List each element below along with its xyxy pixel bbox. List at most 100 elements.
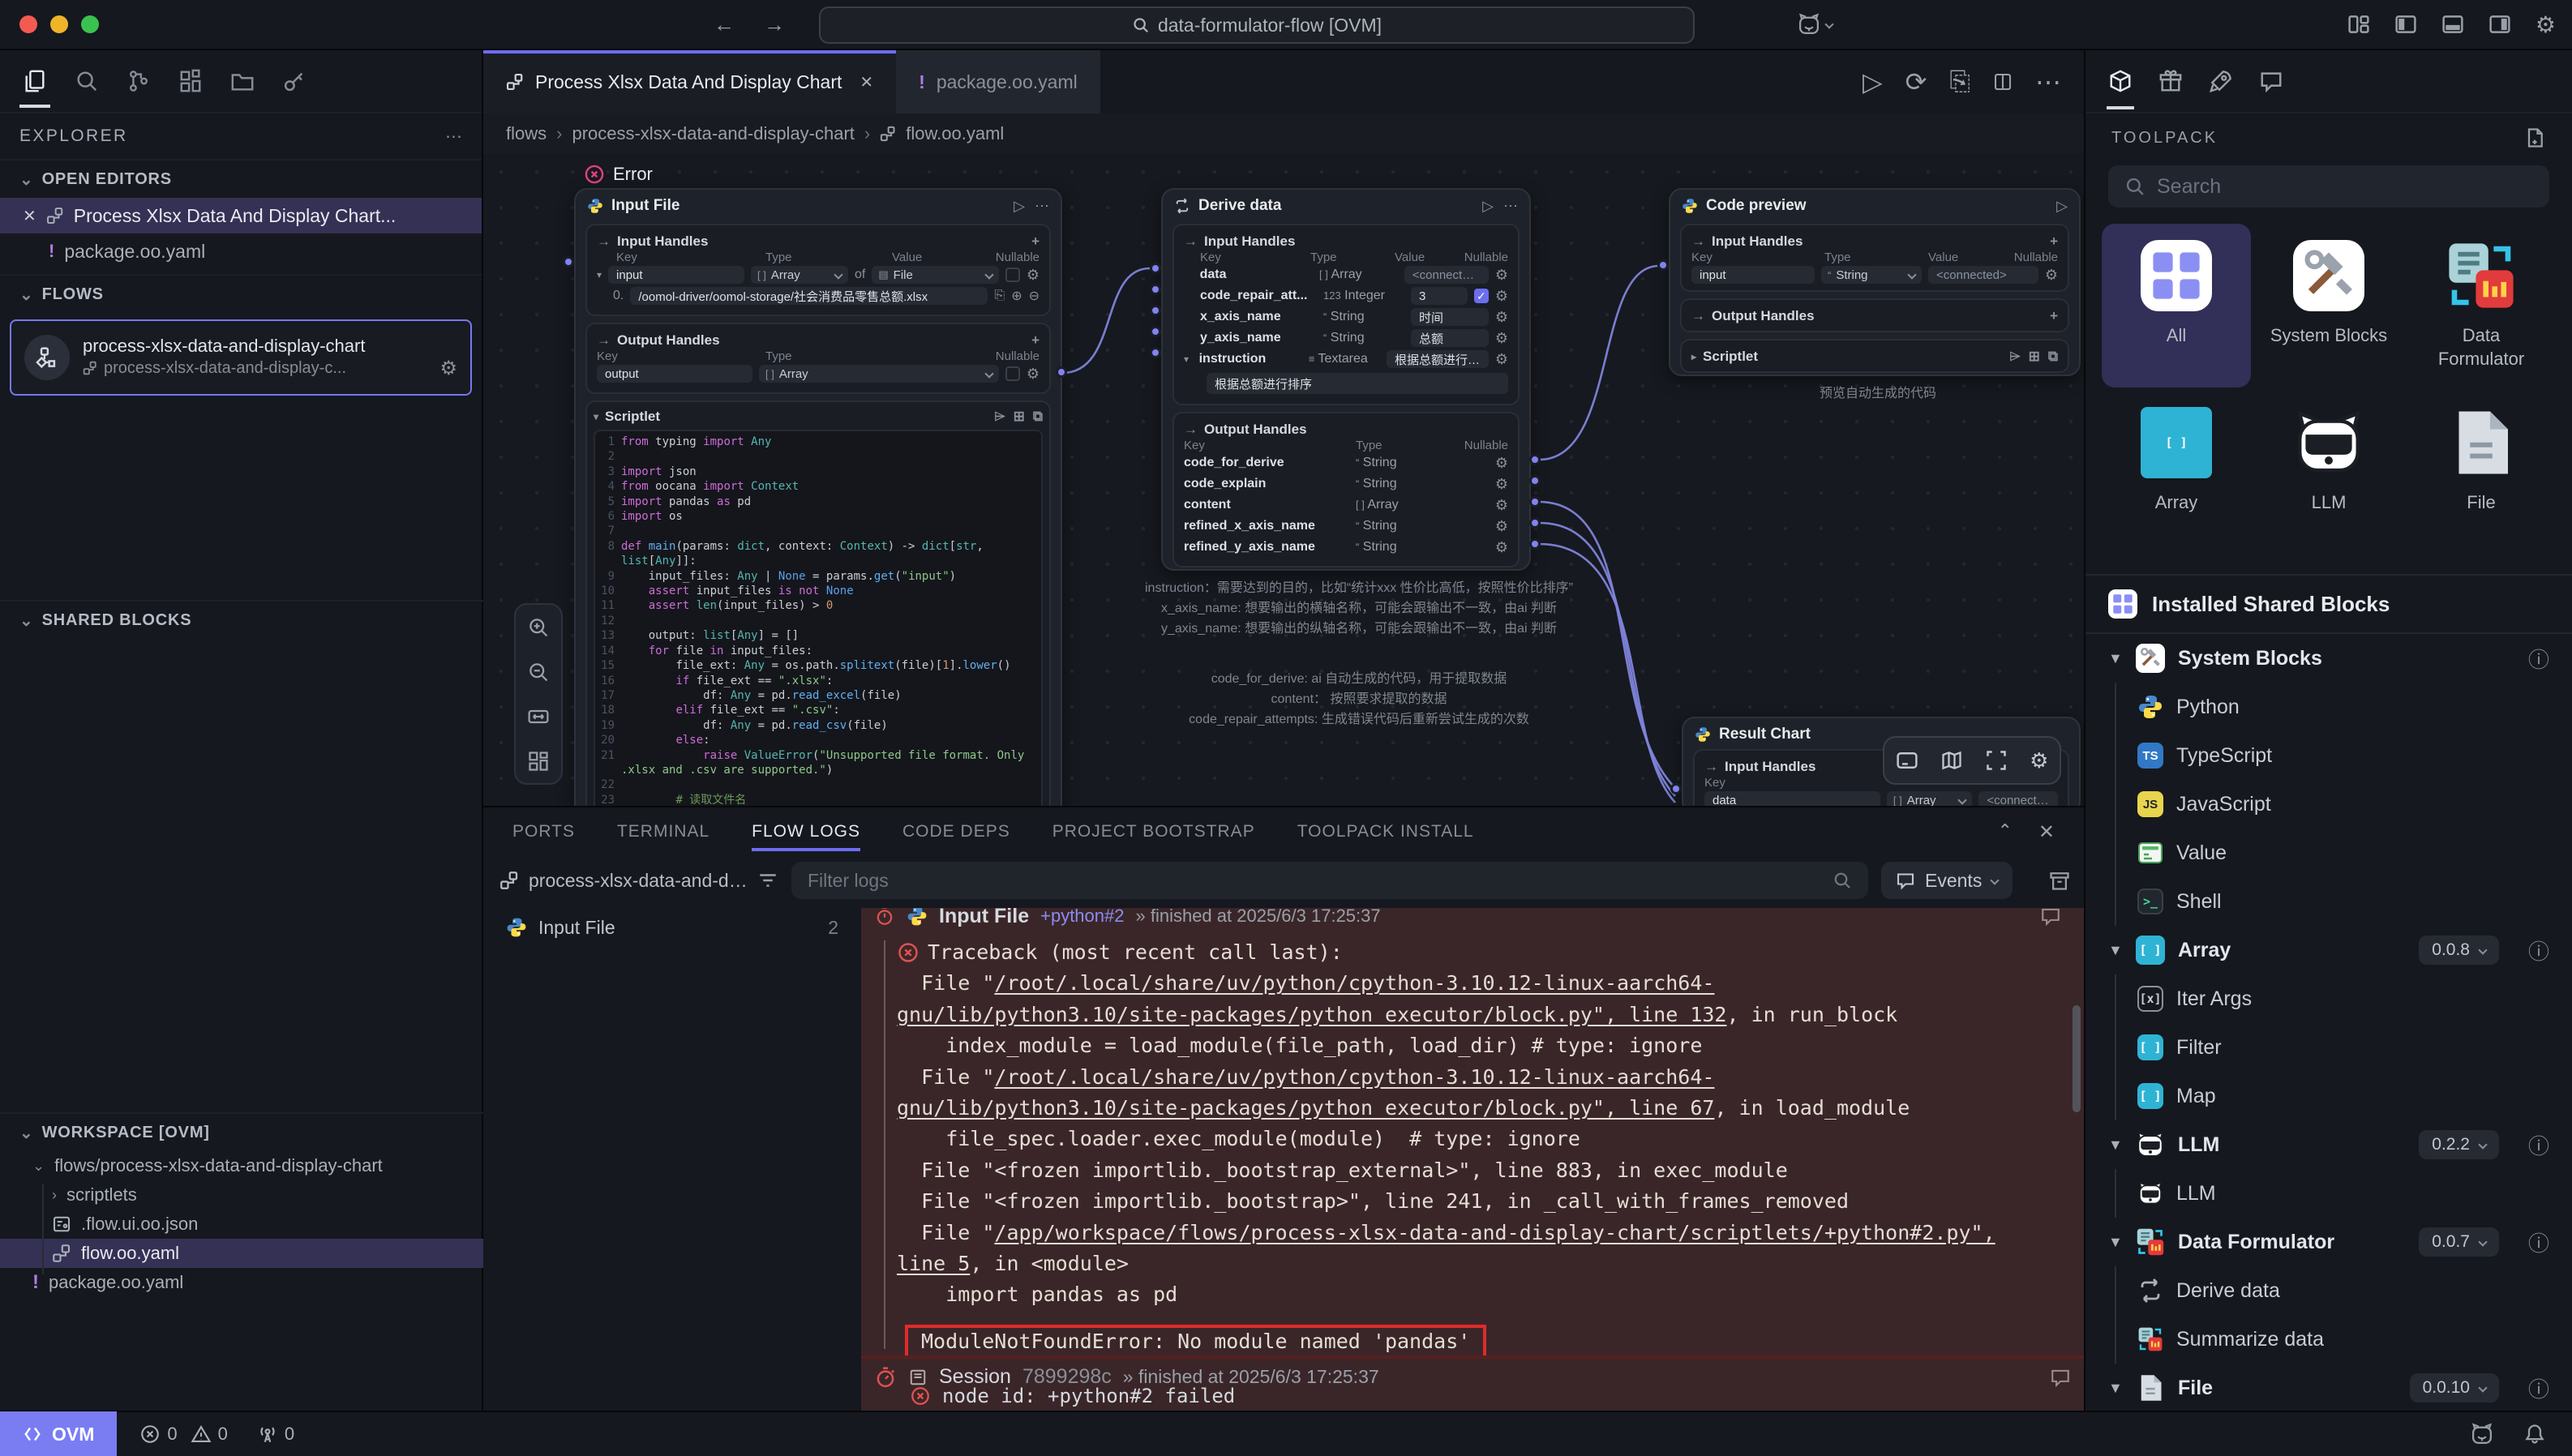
- split-editor-icon[interactable]: [1993, 72, 2013, 92]
- panel-tab-flow-logs[interactable]: FLOW LOGS: [752, 807, 860, 856]
- handle-gear-icon[interactable]: ⚙: [2045, 267, 2058, 284]
- output-handle-dot[interactable]: [1056, 366, 1067, 378]
- open-editor-item[interactable]: ✕Process Xlsx Data And Display Chart...: [0, 198, 482, 233]
- input-handle-dot[interactable]: [1670, 783, 1682, 794]
- handle-key-field[interactable]: input: [1691, 266, 1815, 284]
- problems-warnings[interactable]: 0: [191, 1424, 228, 1445]
- panel-tab-project-bootstrap[interactable]: PROJECT BOOTSTRAP: [1052, 807, 1255, 856]
- log-scrollbar[interactable]: [2073, 1005, 2081, 1112]
- collapse-panel-icon[interactable]: ⌃: [1997, 820, 2012, 844]
- workspace-tree-item[interactable]: .flow.ui.oo.json: [0, 1210, 483, 1239]
- node-derive-data[interactable]: Derive data ▷⋯ →Input Handles KeyTypeVal…: [1161, 188, 1531, 571]
- window-controls[interactable]: [0, 15, 99, 33]
- block-item-iter-args[interactable]: [x]Iter Args: [2085, 974, 2572, 1023]
- gift-icon[interactable]: [2158, 69, 2183, 93]
- handle-gear-icon[interactable]: ⚙: [1495, 539, 1508, 556]
- handle-gear-icon[interactable]: ⚙: [1027, 267, 1040, 284]
- filter-list-icon[interactable]: [757, 870, 778, 891]
- vm-status-chip[interactable]: OVM: [0, 1411, 117, 1456]
- breadcrumb[interactable]: flows › process-xlsx-data-and-display-ch…: [483, 113, 2084, 154]
- open-external-icon[interactable]: ⧉: [1033, 409, 1043, 425]
- console-view-icon[interactable]: [1896, 749, 1918, 772]
- flow-branch-icon[interactable]: [126, 69, 151, 93]
- handle-key-field[interactable]: output: [597, 365, 752, 383]
- problems-errors[interactable]: 0: [139, 1424, 177, 1445]
- toggle-left-sidebar-icon[interactable]: [2394, 13, 2417, 36]
- block-group-data-formulator[interactable]: ▼Data Formulator0.0.7ⓘ: [2085, 1218, 2572, 1266]
- handle-gear-icon[interactable]: ⚙: [1495, 497, 1508, 514]
- new-toolpack-icon[interactable]: [2523, 126, 2546, 149]
- add-handle-icon[interactable]: +: [2050, 233, 2058, 250]
- toolpack-category-array[interactable]: [ ]Array: [2102, 391, 2251, 555]
- more-actions-icon[interactable]: ⋯: [2035, 66, 2061, 97]
- scriptlet-code[interactable]: 1from typing import Any2 3import json4fr…: [594, 430, 1043, 806]
- rerun-flow-icon[interactable]: ⟳: [1905, 66, 1927, 97]
- toolpack-category-data-formulator[interactable]: Data Formulator: [2407, 224, 2556, 388]
- corgi-assistant-icon[interactable]: [2470, 1422, 2494, 1446]
- nav-back-icon[interactable]: ←: [714, 12, 735, 37]
- info-icon[interactable]: ⓘ: [2528, 936, 2549, 966]
- docs-icon[interactable]: ⊞: [2029, 349, 2040, 365]
- close-window-button[interactable]: [19, 15, 37, 33]
- type-select[interactable]: “String: [1821, 266, 1922, 284]
- file-path-field[interactable]: /oomol-driver/oomol-storage/社会消费品零售总额.xl…: [630, 287, 988, 305]
- toolpack-category-llm[interactable]: LLM: [2254, 391, 2403, 555]
- derive-output-row[interactable]: refined_y_axis_name“ String⚙: [1184, 537, 1508, 558]
- nav-forward-icon[interactable]: →: [764, 12, 785, 37]
- attach-icon[interactable]: ⌲: [994, 409, 1005, 425]
- auto-layout-icon[interactable]: [527, 750, 550, 773]
- workspace-tree-item[interactable]: flow.oo.yaml: [0, 1239, 483, 1268]
- add-handle-icon[interactable]: +: [2050, 308, 2058, 324]
- toolpack-category-all[interactable]: All: [2102, 224, 2251, 388]
- node-menu-icon[interactable]: ⋯: [1503, 198, 1518, 215]
- run-flow-icon[interactable]: ▷: [1863, 66, 1883, 97]
- block-item-summarize-data[interactable]: Summarize data: [2085, 1315, 2572, 1364]
- log-output[interactable]: Input File +python#2 » finished at 2025/…: [861, 908, 2084, 1412]
- toolpack-category-file[interactable]: File: [2407, 391, 2556, 555]
- derive-input-row[interactable]: y_axis_name“ String总额⚙: [1184, 328, 1508, 349]
- breadcrumb-item[interactable]: process-xlsx-data-and-display-chart: [572, 123, 854, 144]
- version-dropdown[interactable]: 0.0.10: [2410, 1373, 2499, 1402]
- tab-process-xlsx[interactable]: Process Xlsx Data And Display Chart ✕: [483, 50, 896, 113]
- handle-gear-icon[interactable]: ⚙: [1495, 288, 1508, 305]
- feedback-chat-icon[interactable]: [2259, 69, 2283, 93]
- block-group-file[interactable]: ▼File0.0.10ⓘ: [2085, 1364, 2572, 1412]
- nullable-checkbox[interactable]: [1005, 268, 1020, 282]
- version-dropdown[interactable]: 0.0.7: [2419, 1227, 2499, 1257]
- file-browse-icon[interactable]: ⎘: [994, 289, 1005, 303]
- nullable-checkbox[interactable]: [1005, 366, 1020, 381]
- handle-gear-icon[interactable]: ⚙: [1495, 455, 1508, 472]
- handle-key-field[interactable]: data: [1704, 791, 1880, 806]
- map-view-icon[interactable]: [1940, 749, 1963, 772]
- workspace-section[interactable]: ⌄WORKSPACE [OVM]: [0, 1112, 483, 1151]
- fit-view-icon[interactable]: [527, 705, 550, 728]
- close-panel-icon[interactable]: ✕: [2038, 820, 2055, 844]
- output-handle-dot[interactable]: [1529, 538, 1541, 550]
- remove-item-icon[interactable]: ⊖: [1029, 288, 1040, 304]
- notifications-bell-icon[interactable]: [2523, 1422, 2546, 1446]
- log-node-item[interactable]: Input File 2: [483, 908, 861, 947]
- key-icon[interactable]: [282, 69, 306, 93]
- flow-canvas[interactable]: Error Input File ▷⋯ →Input Handles+ KeyT…: [483, 154, 2084, 806]
- toggle-right-sidebar-icon[interactable]: [2488, 13, 2511, 36]
- derive-input-row[interactable]: ▾instruction≡ Textarea根据总额进行排序⚙: [1184, 349, 1508, 370]
- output-handle-dot[interactable]: [1529, 454, 1541, 465]
- workspace-tree-item[interactable]: !package.oo.yaml: [0, 1268, 483, 1297]
- output-handle-dot[interactable]: [1529, 517, 1541, 529]
- block-item-map[interactable]: [ ]Map: [2085, 1072, 2572, 1120]
- workspace-tree-item[interactable]: ›scriptlets: [0, 1180, 483, 1210]
- more-actions-icon[interactable]: ⋯: [445, 126, 462, 147]
- nullable-checkbox[interactable]: ✓: [1474, 289, 1489, 303]
- instruction-textarea[interactable]: 根据总额进行排序: [1207, 373, 1508, 394]
- input-handle-dot[interactable]: [1150, 347, 1161, 358]
- derive-input-row[interactable]: code_repair_att...123 Integer3✓⚙: [1184, 285, 1508, 306]
- open-editor-item[interactable]: !package.oo.yaml: [0, 233, 482, 269]
- type-select[interactable]: [ ]Array: [751, 266, 848, 284]
- events-filter-dropdown[interactable]: Events: [1881, 862, 2013, 899]
- filter-logs-input[interactable]: Filter logs: [791, 862, 1868, 899]
- chart-settings-gear-icon[interactable]: ⚙: [2030, 748, 2048, 773]
- add-handle-icon[interactable]: +: [1031, 332, 1040, 349]
- panel-tab-ports[interactable]: PORTS: [512, 807, 575, 856]
- folder-icon[interactable]: [230, 69, 255, 93]
- fullscreen-icon[interactable]: [1985, 749, 2008, 772]
